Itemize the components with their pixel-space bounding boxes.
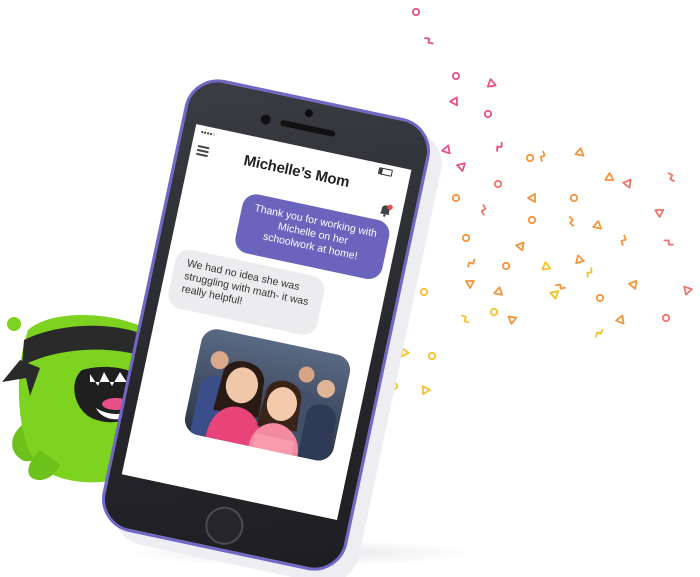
confetti-piece <box>525 153 535 163</box>
confetti-piece <box>663 239 674 246</box>
confetti-piece <box>515 241 525 252</box>
confetti-piece <box>441 144 451 155</box>
confetti-piece <box>620 234 627 246</box>
confetti-piece <box>410 237 421 247</box>
signal-icon: ●●●●○ <box>200 129 217 139</box>
confetti-piece <box>507 315 518 325</box>
phone-sensor <box>304 108 314 119</box>
confetti-piece <box>595 293 605 303</box>
confetti-piece <box>574 147 585 157</box>
confetti-piece <box>489 307 499 317</box>
confetti-piece <box>424 37 434 45</box>
confetti-piece <box>592 220 602 230</box>
confetti-piece <box>486 78 497 88</box>
confetti-piece <box>628 280 638 290</box>
shared-photo[interactable] <box>181 326 354 464</box>
confetti-piece <box>568 216 575 227</box>
confetti-piece <box>419 287 429 297</box>
confetti-piece <box>493 179 503 189</box>
confetti-piece <box>586 267 593 278</box>
phone-camera <box>259 113 272 126</box>
confetti-piece <box>661 313 671 323</box>
confetti-piece <box>467 258 476 268</box>
confetti-piece <box>411 7 421 17</box>
confetti-piece <box>654 208 665 218</box>
confetti-piece <box>456 162 466 172</box>
home-button[interactable] <box>201 503 247 549</box>
confetti-piece <box>421 385 431 396</box>
confetti-piece <box>480 204 487 216</box>
confetti-piece <box>527 193 536 203</box>
confetti-piece <box>527 215 537 225</box>
confetti-piece <box>549 290 560 300</box>
confetti-piece <box>541 261 552 271</box>
phone-speaker <box>279 119 336 138</box>
confetti-piece <box>461 314 470 324</box>
confetti-piece <box>501 261 511 271</box>
confetti-piece <box>575 254 585 265</box>
confetti-piece <box>400 347 410 358</box>
confetti-piece <box>493 286 503 296</box>
menu-icon[interactable] <box>195 144 210 158</box>
confetti-piece <box>461 233 471 243</box>
confetti-piece <box>451 193 461 203</box>
confetti-piece <box>483 109 493 119</box>
battery-icon <box>377 167 393 177</box>
confetti-piece <box>595 328 604 338</box>
confetti-piece <box>464 279 475 289</box>
confetti-piece <box>496 141 503 152</box>
confetti-piece <box>451 71 461 81</box>
confetti-piece <box>667 172 675 182</box>
confetti-piece <box>615 314 625 325</box>
confetti-piece <box>449 96 459 107</box>
confetti-piece <box>539 150 546 162</box>
confetti-piece <box>683 285 693 296</box>
confetti-piece <box>389 381 399 391</box>
confetti-piece <box>569 193 579 203</box>
bell-icon[interactable] <box>377 202 394 219</box>
confetti-piece <box>604 172 615 181</box>
confetti-piece <box>554 283 566 290</box>
confetti-piece <box>622 178 632 189</box>
confetti-piece <box>427 351 437 361</box>
